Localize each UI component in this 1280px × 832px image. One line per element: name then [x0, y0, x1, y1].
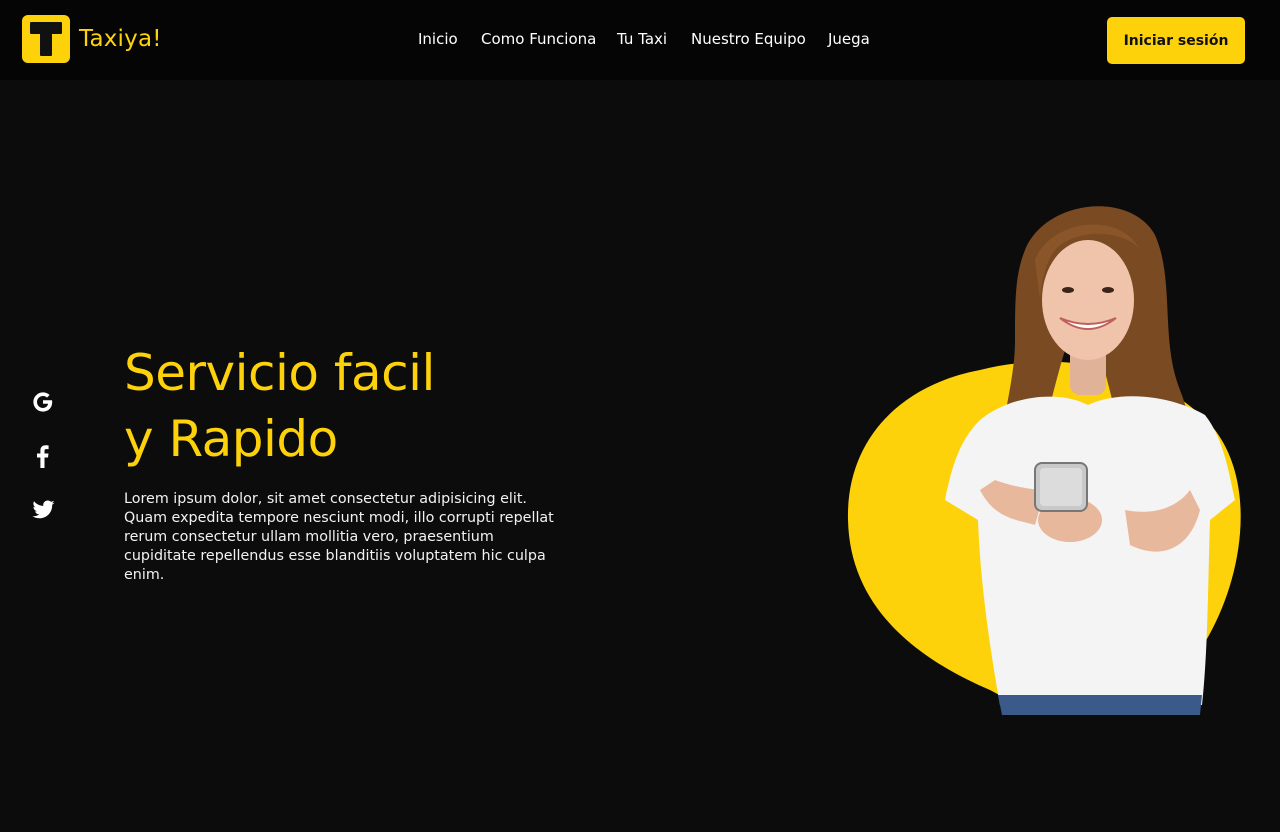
nav-link-como-funciona[interactable]: Como Funciona: [481, 30, 596, 48]
hero-title-line-1: Servicio facil: [124, 344, 435, 402]
hero-image: [830, 190, 1270, 730]
hero-title-line-2: y Rapido: [124, 410, 338, 468]
face: [1042, 240, 1134, 360]
main-nav: Inicio Como Funciona Tu Taxi Nuestro Equ…: [0, 30, 1280, 52]
hero-title: Servicio facil y Rapido: [124, 340, 644, 472]
navbar: Taxiya! Inicio Como Funciona Tu Taxi Nue…: [0, 0, 1280, 80]
facebook-icon[interactable]: [28, 441, 58, 471]
login-button[interactable]: Iniciar sesión: [1107, 17, 1245, 64]
hero-description: Lorem ipsum dolor, sit amet consectetur …: [124, 491, 554, 583]
nav-link-tu-taxi[interactable]: Tu Taxi: [617, 30, 667, 48]
google-icon[interactable]: [28, 387, 58, 417]
nav-link-juega[interactable]: Juega: [828, 30, 870, 48]
twitter-icon[interactable]: [28, 495, 58, 525]
nav-link-inicio[interactable]: Inicio: [418, 30, 458, 48]
nav-link-nuestro-equipo[interactable]: Nuestro Equipo: [691, 30, 806, 48]
